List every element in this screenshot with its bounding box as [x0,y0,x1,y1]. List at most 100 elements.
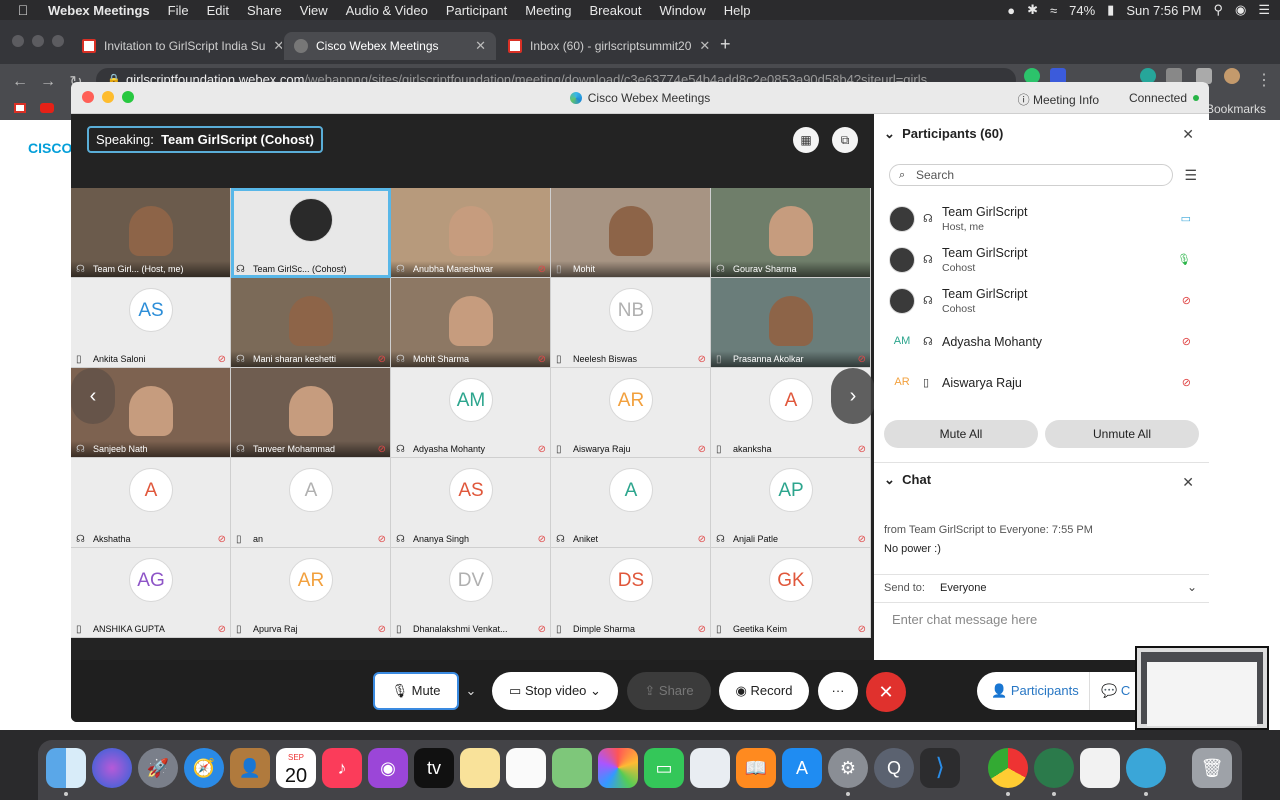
participant-tile[interactable]: AS ☊ Ananya Singh ⊘ [391,458,551,548]
new-tab-icon[interactable]: + [720,34,731,55]
menu-app-name[interactable]: Webex Meetings [46,3,159,18]
participant-tile[interactable]: A ☊ Aniket ⊘ [551,458,711,548]
calendar-icon[interactable]: SEP 20 [276,748,316,788]
podcasts-icon[interactable]: ◉ [368,748,408,788]
participant-search-input[interactable]: ⌕ Search [889,164,1173,186]
siri-icon[interactable]: ◉ [1235,2,1246,18]
participant-tile[interactable]: ▯Prasanna Akolkar⊘ [711,278,871,368]
apple-tv-icon[interactable]: tv [414,748,454,788]
participant-tile[interactable]: AG ▯ ANSHIKA GUPTA ⊘ [71,548,231,638]
participant-tile[interactable]: AM ☊ Adyasha Mohanty ⊘ [391,368,551,458]
menu-clock[interactable]: Sun 7:56 PM [1126,3,1201,18]
menu-window[interactable]: Window [651,3,715,18]
keynote-icon[interactable] [690,748,730,788]
participant-tile[interactable]: DV ▯ Dhanalakshmi Venkat... ⊘ [391,548,551,638]
mute-button[interactable]: 🎙 Mute [373,672,459,710]
participants-toggle-button[interactable]: 👤 Participants [991,672,1079,710]
participant-tile[interactable]: A ▯ an ⊘ [231,458,391,548]
participant-tile[interactable]: ☊Gourav Sharma [711,188,871,278]
minimize-window-icon[interactable] [32,35,44,47]
menu-file[interactable]: File [159,3,198,18]
menu-breakout[interactable]: Breakout [580,3,650,18]
reminders-icon[interactable] [506,748,546,788]
participant-tile[interactable]: AS ▯ Ankita Saloni ⊘ [71,278,231,368]
quicktime-icon[interactable]: Q [874,748,914,788]
participant-tile[interactable]: ☊Mohit Sharma⊘ [391,278,551,368]
participant-row[interactable]: AR ▯ Aiswarya Raju ⊘ [889,364,1199,405]
video-options-chevron-icon[interactable]: ⌄ [590,683,601,698]
books-icon[interactable]: 📖 [736,748,776,788]
collapse-chevron-icon[interactable]: ⌄ [884,472,895,487]
participant-tile[interactable]: AP ☊ Anjali Patle ⊘ [711,458,871,548]
webex-status-icon[interactable]: ● [1007,3,1015,18]
bookmark-gmail-icon[interactable] [14,103,26,113]
participant-tile[interactable]: ▯Mohit [551,188,711,278]
menu-participant[interactable]: Participant [437,3,516,18]
muted-mic-icon[interactable]: ⊘ [1182,376,1191,389]
contacts-icon[interactable]: 👤 [230,748,270,788]
system-preferences-icon[interactable]: ⚙ [828,748,868,788]
muted-mic-icon[interactable]: ⊘ [1182,335,1191,348]
back-icon[interactable]: ← [6,73,34,91]
spotlight-search-icon[interactable]: ⚲ [1213,2,1223,18]
chrome-menu-icon[interactable]: ⋮ [1250,70,1278,90]
participant-tile[interactable]: NB ▯ Neelesh Biswas ⊘ [551,278,711,368]
participant-row[interactable]: ☊ Team GirlScript Cohost 🎙 [889,241,1199,282]
meeting-info-button[interactable]: ⓘ Meeting Info [1018,91,1099,108]
chat-toggle-button[interactable]: 💬 C [1101,672,1130,710]
menu-meeting[interactable]: Meeting [516,3,580,18]
battery-icon[interactable]: ▮ [1107,2,1114,18]
collapse-chevron-icon[interactable]: ⌄ [884,126,895,141]
close-tab-icon[interactable]: ✕ [475,38,486,54]
menu-help[interactable]: Help [715,3,760,18]
launchpad-icon[interactable]: 🚀 [138,748,178,788]
muted-mic-icon[interactable]: ⊘ [1182,294,1191,307]
participant-tile[interactable]: AR ▯ Apurva Raj ⊘ [231,548,391,638]
mute-all-button[interactable]: Mute All [884,420,1038,448]
share-button[interactable]: ⇪ Share [627,672,711,710]
maps-icon[interactable] [552,748,592,788]
next-page-icon[interactable]: › [831,368,875,424]
apple-menu-icon[interactable]:  [0,2,46,18]
participant-tile[interactable]: AR ▯ Aiswarya Raju ⊘ [551,368,711,458]
record-button[interactable]: ◉ Record [719,672,809,710]
close-window-icon[interactable] [12,35,24,47]
participant-tile[interactable]: ☊Mani sharan keshetti⊘ [231,278,391,368]
popout-icon[interactable]: ⧉ [832,127,858,153]
participant-tile[interactable]: ☊Team Girl... (Host, me) [71,188,231,278]
participant-row[interactable]: ☊ Team GirlScript Host, me ▭ [889,200,1199,241]
audio-options-chevron-icon[interactable]: ⌄ [459,672,483,710]
participant-tile[interactable]: ☊ Team GirlSc... (Cohost) [231,188,391,278]
tab-webex[interactable]: Cisco Webex Meetings ✕ [284,32,496,60]
close-participants-icon[interactable]: ✕ [1182,126,1194,143]
menu-edit[interactable]: Edit [198,3,238,18]
chat-message-input[interactable]: Enter chat message here [892,612,1037,627]
tab-inbox[interactable]: Inbox (60) - girlscriptsummit20 ✕ [498,32,710,60]
facetime-icon[interactable]: ▭ [644,748,684,788]
menu-share[interactable]: Share [238,3,291,18]
more-options-button[interactable]: ··· [818,672,858,710]
menu-audio-video[interactable]: Audio & Video [337,3,437,18]
safari-icon[interactable]: 🧭 [184,748,224,788]
bookmark-youtube-icon[interactable] [40,103,54,113]
layout-grid-icon[interactable]: ▦ [793,127,819,153]
microphone-icon[interactable]: 🎙 [1177,253,1191,266]
participant-tile[interactable]: ☊Anubha Maneshwar⊘ [391,188,551,278]
vscode-icon[interactable]: ⟩ [920,748,960,788]
unmute-all-button[interactable]: Unmute All [1045,420,1199,448]
participant-row[interactable]: ☊ Team GirlScript Cohost ⊘ [889,282,1199,323]
chevron-down-icon[interactable]: ⌄ [1187,580,1197,594]
siri-icon[interactable] [92,748,132,788]
participant-tile[interactable]: DS ▯ Dimple Sharma ⊘ [551,548,711,638]
sort-list-icon[interactable]: ☰ [1184,167,1197,184]
participant-tile[interactable]: GK ▯ Geetika Keim ⊘ [711,548,871,638]
finder-icon[interactable] [46,748,86,788]
webex-app-icon[interactable] [1034,748,1074,788]
participant-row[interactable]: AM ☊ Adyasha Mohanty ⊘ [889,323,1199,364]
forward-icon[interactable]: → [34,73,62,91]
participant-tile[interactable]: ☊Tanveer Mohammad⊘ [231,368,391,458]
chat-header[interactable]: ⌄ Chat [884,472,931,488]
participant-tile[interactable]: A ☊ Akshatha ⊘ [71,458,231,548]
trash-icon[interactable]: 🗑 [1192,748,1232,788]
close-tab-icon[interactable]: ✕ [273,38,282,54]
